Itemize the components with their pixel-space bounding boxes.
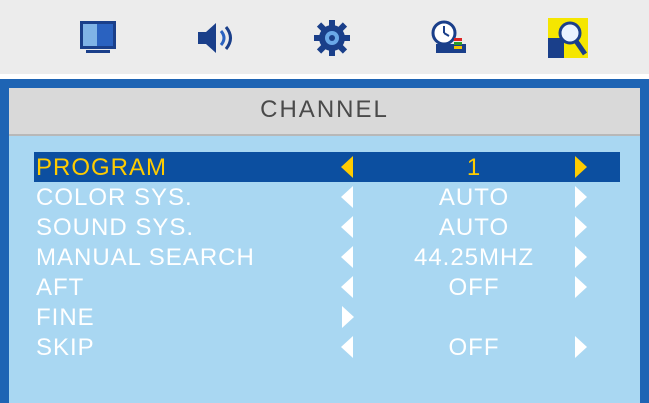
- sound-icon[interactable]: [196, 18, 236, 58]
- arrow-right-icon[interactable]: [575, 186, 587, 208]
- arrow-right-icon[interactable]: [575, 156, 587, 178]
- menu-item-label: FINE: [36, 304, 95, 331]
- arrow-left-icon[interactable]: [341, 216, 353, 238]
- menu-item-label: MANUAL SEARCH: [36, 244, 255, 271]
- arrow-left-icon[interactable]: [341, 276, 353, 298]
- menu-tab-bar: [0, 0, 649, 74]
- menu-item-value: AUTO: [438, 184, 510, 211]
- menu-item-value: OFF: [448, 334, 500, 361]
- time-icon[interactable]: [430, 18, 470, 58]
- menu-item-label: SKIP: [36, 334, 95, 361]
- setup-icon[interactable]: [312, 18, 352, 58]
- menu-item-value: 1: [466, 154, 482, 181]
- channel-menu-frame: CHANNEL PROGRAM 1 COLOR SYS. AUTO SOUND …: [0, 79, 649, 403]
- menu-title: CHANNEL: [260, 96, 389, 123]
- menu-item-program[interactable]: PROGRAM 1: [34, 152, 620, 182]
- menu-item-label: PROGRAM: [36, 154, 168, 181]
- menu-item-aft[interactable]: AFT OFF: [34, 272, 620, 302]
- arrow-right-icon[interactable]: [342, 306, 354, 328]
- arrow-left-icon[interactable]: [341, 156, 353, 178]
- menu-item-label: SOUND SYS.: [36, 214, 195, 241]
- menu-header: CHANNEL: [9, 88, 640, 136]
- picture-icon[interactable]: [78, 18, 118, 58]
- arrow-left-icon[interactable]: [341, 336, 353, 358]
- arrow-right-icon[interactable]: [575, 276, 587, 298]
- arrow-right-icon[interactable]: [575, 246, 587, 268]
- menu-item-sound-sys[interactable]: SOUND SYS. AUTO: [34, 212, 620, 242]
- menu-item-label: COLOR SYS.: [36, 184, 193, 211]
- menu-item-value: 44.25MHZ: [413, 244, 535, 271]
- menu-item-skip[interactable]: SKIP OFF: [34, 332, 620, 362]
- channel-search-icon[interactable]: [548, 18, 588, 58]
- menu-item-value: OFF: [448, 274, 500, 301]
- menu-item-color-sys[interactable]: COLOR SYS. AUTO: [34, 182, 620, 212]
- arrow-right-icon[interactable]: [575, 216, 587, 238]
- menu-item-manual-search[interactable]: MANUAL SEARCH 44.25MHZ: [34, 242, 620, 272]
- menu-item-label: AFT: [36, 274, 85, 301]
- arrow-left-icon[interactable]: [341, 246, 353, 268]
- arrow-left-icon[interactable]: [341, 186, 353, 208]
- channel-menu-panel: CHANNEL PROGRAM 1 COLOR SYS. AUTO SOUND …: [9, 88, 640, 403]
- arrow-right-icon[interactable]: [575, 336, 587, 358]
- menu-item-fine[interactable]: FINE: [34, 302, 620, 332]
- menu-item-value: AUTO: [438, 214, 510, 241]
